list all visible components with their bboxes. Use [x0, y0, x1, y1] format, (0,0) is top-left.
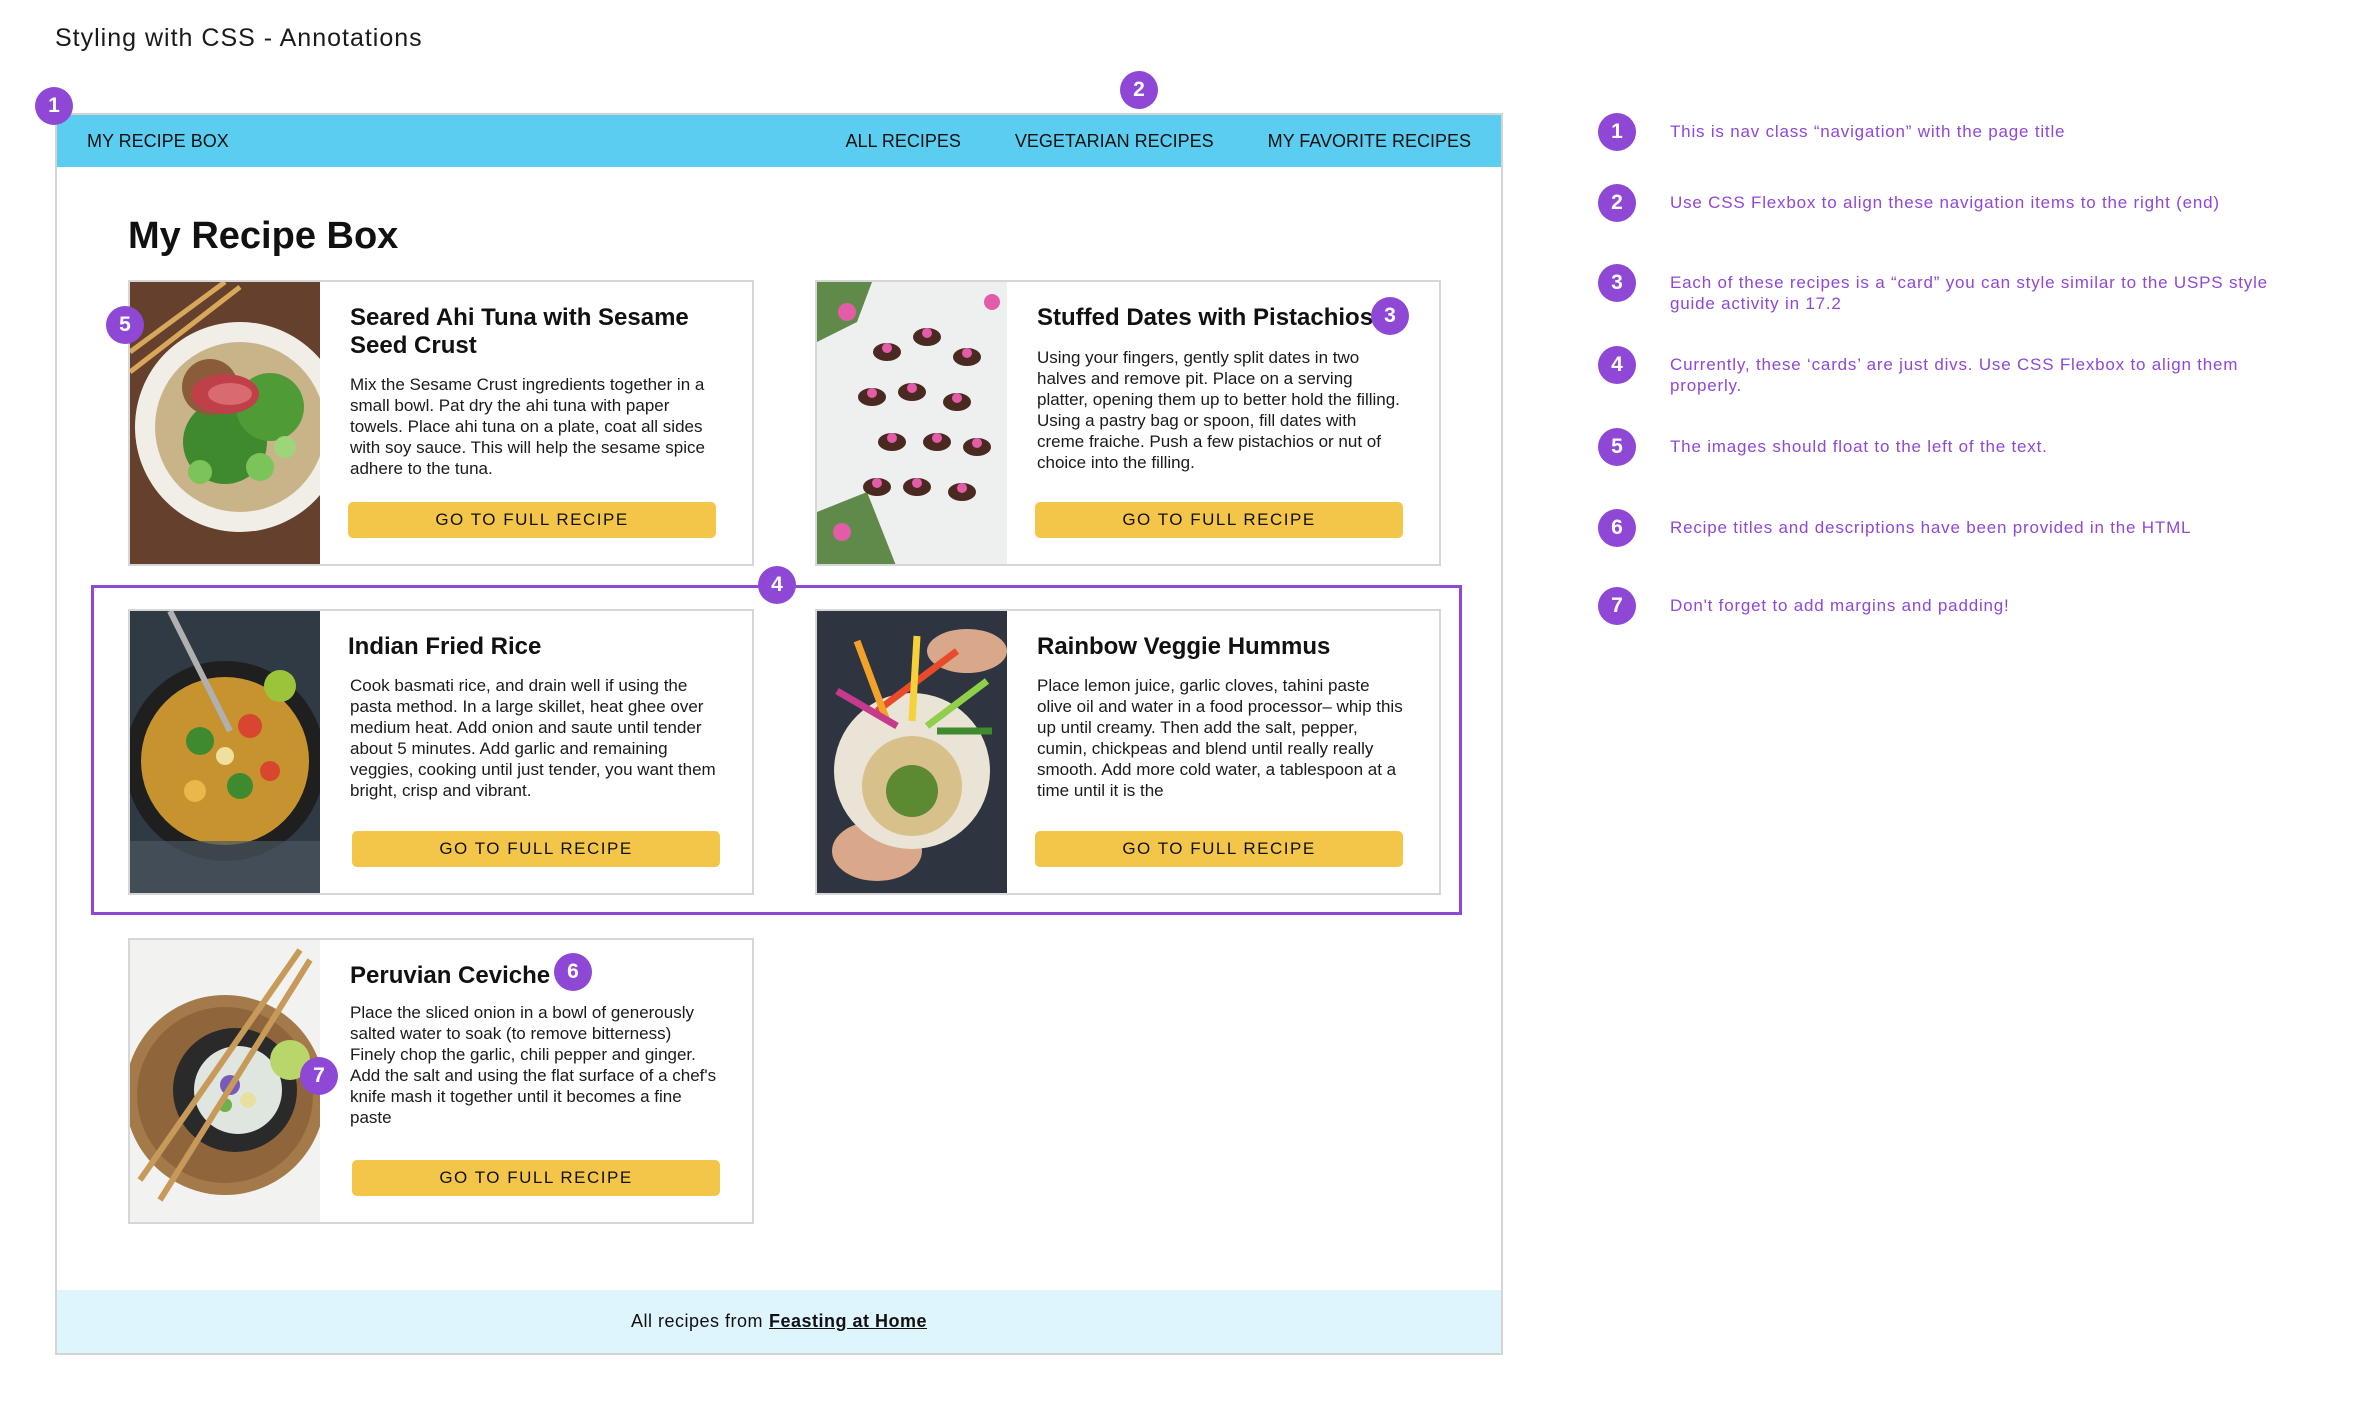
annotation-note-3: 3 Each of these recipes is a “card” you … [1598, 264, 2338, 314]
full-recipe-button[interactable]: GO TO FULL RECIPE [1035, 502, 1403, 538]
footer-source-link[interactable]: Feasting at Home [769, 1311, 927, 1332]
recipe-image-peruvian-ceviche [130, 940, 320, 1222]
recipe-description: Mix the Sesame Crust ingredients togethe… [350, 375, 705, 478]
annotation-note-2: 2 Use CSS Flexbox to align these navigat… [1598, 184, 2338, 222]
recipe-card: Peruvian Ceviche Place the sliced onion … [128, 938, 754, 1224]
recipe-title: Seared Ahi Tuna with Sesame Seed Crust [350, 304, 689, 359]
annotation-badge-1: 1 [35, 87, 73, 125]
note-badge: 3 [1598, 264, 1636, 302]
recipe-description: Place the sliced onion in a bowl of gene… [350, 1003, 717, 1127]
note-text: Use CSS Flexbox to align these navigatio… [1670, 193, 2220, 212]
annotation-badge-2: 2 [1120, 71, 1158, 109]
note-text: This is nav class “navigation” with the … [1670, 122, 2066, 141]
annotation-note-7: 7 Don't forget to add margins and paddin… [1598, 587, 2338, 625]
note-text: Currently, these ‘cards’ are just divs. … [1670, 355, 2239, 395]
annotation-note-1: 1 This is nav class “navigation” with th… [1598, 113, 2338, 151]
annotation-note-6: 6 Recipe titles and descriptions have be… [1598, 509, 2338, 547]
note-badge: 2 [1598, 184, 1636, 222]
annotation-note-4: 4 Currently, these ‘cards’ are just divs… [1598, 346, 2338, 396]
annotation-badge-7: 7 [300, 1057, 338, 1095]
note-badge: 5 [1598, 428, 1636, 466]
navigation-bar: MY RECIPE BOX ALL RECIPES VEGETARIAN REC… [57, 115, 1501, 167]
note-text: The images should float to the left of t… [1670, 437, 2048, 456]
footer: All recipes from Feasting at Home [57, 1290, 1501, 1353]
note-badge: 7 [1598, 587, 1636, 625]
recipe-box-title: My Recipe Box [128, 215, 399, 257]
annotation-note-5: 5 The images should float to the left of… [1598, 428, 2338, 466]
annotation-badge-4: 4 [758, 566, 796, 604]
recipe-image-stuffed-dates [817, 282, 1007, 564]
flexbox-annotation-outline [91, 585, 1462, 915]
recipe-image-ahi-tuna [130, 282, 320, 564]
recipe-card: Seared Ahi Tuna with Sesame Seed Crust M… [128, 280, 754, 566]
recipe-title: Stuffed Dates with Pistachios [1037, 304, 1374, 331]
note-badge: 4 [1598, 346, 1636, 384]
annotation-badge-3: 3 [1371, 297, 1409, 335]
nav-link-vegetarian-recipes[interactable]: VEGETARIAN RECIPES [1015, 131, 1214, 152]
note-text: Each of these recipes is a “card” you ca… [1670, 273, 2268, 313]
nav-title[interactable]: MY RECIPE BOX [87, 131, 792, 152]
nav-link-all-recipes[interactable]: ALL RECIPES [846, 131, 961, 152]
annotation-badge-5: 5 [106, 306, 144, 344]
nav-link-my-favorite-recipes[interactable]: MY FAVORITE RECIPES [1268, 131, 1471, 152]
note-text: Don't forget to add margins and padding! [1670, 596, 2010, 615]
recipe-title: Peruvian Ceviche [350, 962, 551, 989]
recipe-description: Using your fingers, gently split dates i… [1037, 348, 1400, 472]
annotation-badge-6: 6 [554, 953, 592, 991]
recipe-card: Stuffed Dates with Pistachios Using your… [815, 280, 1441, 566]
note-badge: 6 [1598, 509, 1636, 547]
note-text: Recipe titles and descriptions have been… [1670, 518, 2192, 537]
footer-text: All recipes from [630, 1311, 763, 1331]
note-badge: 1 [1598, 113, 1636, 151]
full-recipe-button[interactable]: GO TO FULL RECIPE [348, 502, 716, 538]
full-recipe-button[interactable]: GO TO FULL RECIPE [352, 1160, 720, 1196]
page-heading: Styling with CSS - Annotations [55, 24, 423, 52]
